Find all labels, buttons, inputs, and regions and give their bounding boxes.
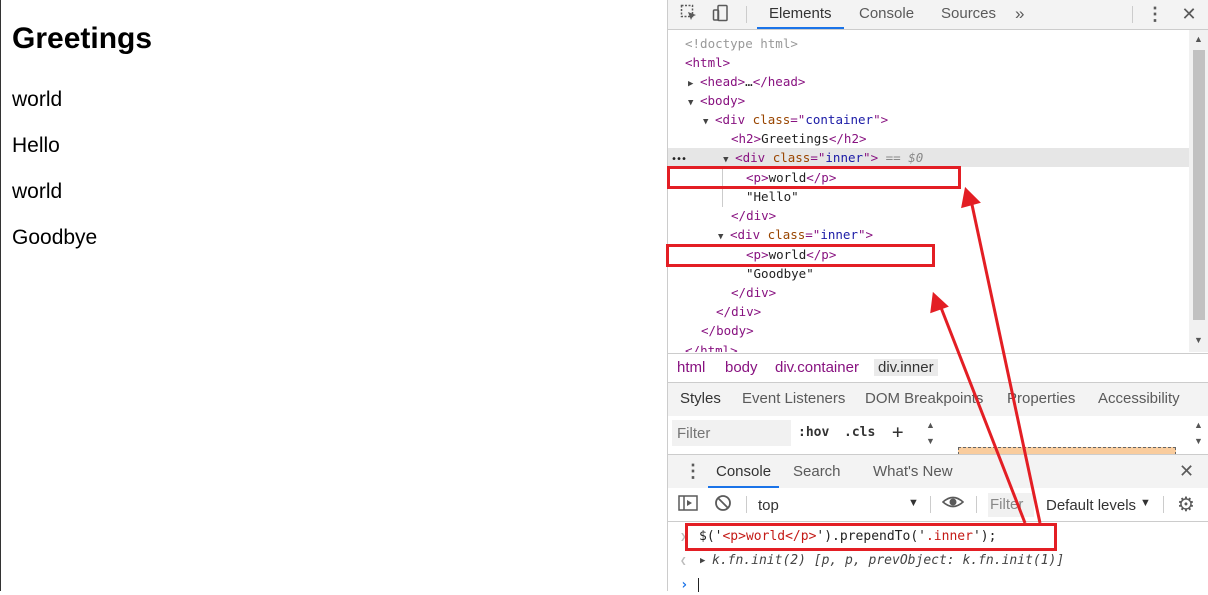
annotation-arrow-2 [938,304,1027,524]
annotation-arrowhead-1 [961,186,981,209]
annotation-arrowhead-2 [930,291,949,314]
annotation-arrows [930,186,1042,524]
